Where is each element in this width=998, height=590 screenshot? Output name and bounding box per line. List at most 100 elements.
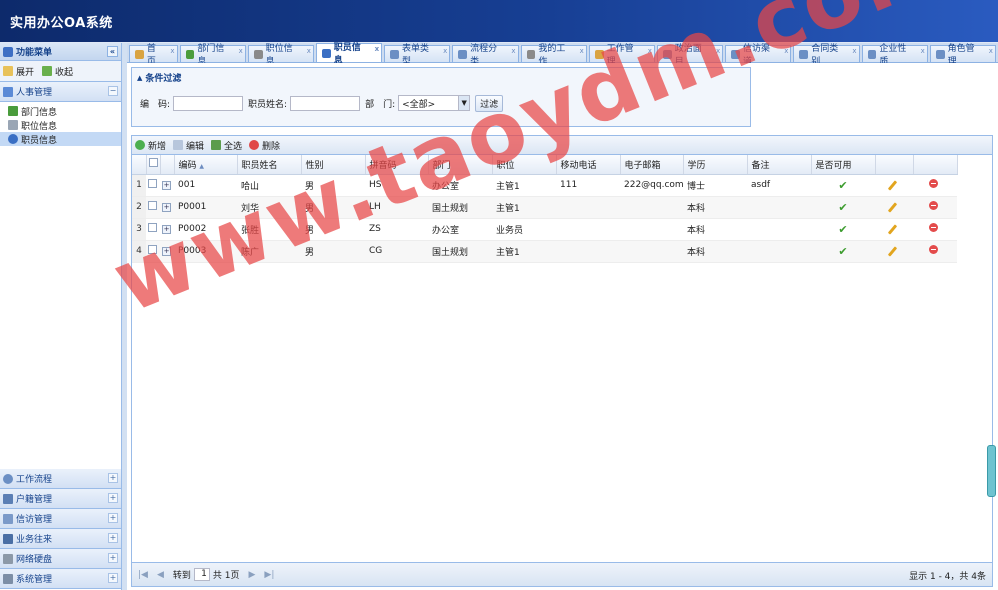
code-input[interactable]: [173, 95, 244, 111]
dept-select[interactable]: <全部> ▼: [398, 95, 471, 111]
delete-row-icon[interactable]: [929, 223, 938, 232]
tab-close-icon[interactable]: x: [375, 45, 380, 53]
tab-9[interactable]: 信访渠道 x: [725, 44, 792, 67]
col-name[interactable]: 职员姓名: [237, 155, 302, 175]
add-button[interactable]: 新增: [135, 139, 166, 152]
tab-3[interactable]: 职员信息 x: [315, 43, 383, 66]
table-row[interactable]: 3 + P0002 张胜男 ZS 办公室 业务员 本科 ✔: [132, 218, 957, 241]
tab-close-icon[interactable]: x: [921, 47, 925, 55]
first-page-button[interactable]: |◀: [138, 570, 148, 580]
col-dept[interactable]: 部门: [428, 155, 493, 175]
tab-close-icon[interactable]: x: [239, 47, 243, 55]
row-expand-cell[interactable]: +: [160, 196, 174, 219]
edit-pencil-icon[interactable]: [887, 246, 898, 257]
cell-edit[interactable]: [875, 240, 913, 263]
filter-legend[interactable]: ▲ 条件过滤: [137, 71, 181, 85]
tab-8[interactable]: 政治面目 x: [656, 44, 724, 67]
select-all-button[interactable]: 全选: [211, 139, 242, 152]
group-header-household[interactable]: 户籍管理 +: [0, 489, 121, 509]
delete-row-icon[interactable]: [929, 245, 938, 254]
table-row[interactable]: 2 + P0001 刘华男 LH 国土规划 主管1 本科 ✔: [132, 196, 957, 219]
col-position[interactable]: 职位: [492, 155, 557, 175]
tab-6[interactable]: 我的工作 x: [520, 44, 587, 67]
prev-page-button[interactable]: ◀: [157, 570, 164, 580]
tab-4[interactable]: 表单类型 x: [384, 44, 451, 67]
expand-row-icon[interactable]: +: [162, 203, 171, 212]
col-code[interactable]: 编码 ▲: [174, 155, 238, 175]
row-checkbox-cell[interactable]: [146, 240, 160, 263]
delete-row-icon[interactable]: [929, 201, 938, 210]
col-education[interactable]: 学历: [683, 155, 748, 175]
collapse-all-button[interactable]: 收起: [42, 65, 73, 78]
group-header-petition[interactable]: 信访管理 +: [0, 509, 121, 529]
right-side-handle[interactable]: [987, 445, 996, 497]
row-checkbox[interactable]: [148, 245, 157, 254]
edit-pencil-icon[interactable]: [887, 202, 898, 213]
col-email[interactable]: 电子邮箱: [620, 155, 684, 175]
tab-5[interactable]: 流程分类 x: [452, 44, 519, 67]
col-remark[interactable]: 备注: [747, 155, 812, 175]
expand-icon[interactable]: +: [108, 513, 118, 523]
group-header-business[interactable]: 业务往来 +: [0, 529, 121, 549]
tab-close-icon[interactable]: x: [307, 47, 311, 55]
cell-edit[interactable]: [875, 196, 913, 219]
cell-delete[interactable]: [913, 218, 957, 241]
cell-delete[interactable]: [913, 174, 957, 197]
group-header-netdisk[interactable]: 网络硬盘 +: [0, 549, 121, 569]
expand-icon[interactable]: +: [108, 473, 118, 483]
expand-icon[interactable]: +: [108, 533, 118, 543]
tree-item-position-info[interactable]: 职位信息: [0, 118, 121, 132]
tree-item-employee-info[interactable]: 职员信息: [0, 132, 121, 146]
tab-7[interactable]: 工作管理 x: [588, 44, 655, 67]
expand-icon[interactable]: +: [108, 573, 118, 583]
next-page-button[interactable]: ▶: [249, 570, 256, 580]
row-expand-cell[interactable]: +: [160, 174, 174, 197]
row-checkbox[interactable]: [148, 201, 157, 210]
dropdown-arrow-icon[interactable]: ▼: [458, 96, 470, 110]
tab-2[interactable]: 职位信息 x: [247, 44, 314, 67]
table-row[interactable]: 4 + P0003 陈广男 CG 国土规划 主管1 本科 ✔: [132, 240, 957, 263]
header-checkbox[interactable]: [148, 158, 158, 168]
col-enabled[interactable]: 是否可用: [811, 155, 876, 175]
cell-edit[interactable]: [875, 174, 913, 197]
tab-close-icon[interactable]: x: [648, 47, 652, 55]
tab-11[interactable]: 企业性质 x: [861, 44, 928, 67]
expand-row-icon[interactable]: +: [162, 181, 171, 190]
edit-button[interactable]: 编辑: [173, 139, 204, 152]
cell-edit[interactable]: [875, 218, 913, 241]
name-input[interactable]: [290, 95, 361, 111]
collapse-sidebar-button[interactable]: «: [107, 46, 118, 57]
tab-1[interactable]: 部门信息 x: [179, 44, 246, 67]
expand-icon[interactable]: +: [108, 553, 118, 563]
tab-close-icon[interactable]: x: [443, 47, 447, 55]
group-toggle-icon[interactable]: −: [108, 86, 118, 96]
group-header-system[interactable]: 系统管理 +: [0, 569, 121, 589]
tab-close-icon[interactable]: x: [852, 47, 856, 55]
col-gender[interactable]: 性别: [301, 155, 366, 175]
row-expand-cell[interactable]: +: [160, 240, 174, 263]
delete-row-icon[interactable]: [929, 179, 938, 188]
edit-pencil-icon[interactable]: [887, 180, 898, 191]
row-checkbox-cell[interactable]: [146, 218, 160, 241]
tree-item-dept-info[interactable]: 部门信息: [0, 104, 121, 118]
expand-icon[interactable]: +: [108, 493, 118, 503]
table-row[interactable]: 1 +001 哈山男 HS 办公室 主管1 111 222@qq.com 博士 asdf ✔: [132, 174, 957, 197]
col-mobile[interactable]: 移动电话: [556, 155, 621, 175]
row-expand-cell[interactable]: +: [160, 218, 174, 241]
group-header-hr[interactable]: 人事管理 −: [0, 82, 121, 102]
col-pinyin[interactable]: 拼音码: [365, 155, 429, 175]
tab-close-icon[interactable]: x: [580, 47, 584, 55]
edit-pencil-icon[interactable]: [887, 224, 898, 235]
expand-row-icon[interactable]: +: [162, 247, 171, 256]
expand-row-icon[interactable]: +: [162, 225, 171, 234]
collapse-arrow-icon[interactable]: ▲: [137, 74, 142, 82]
row-checkbox-cell[interactable]: [146, 174, 160, 197]
expand-all-button[interactable]: 展开: [3, 65, 34, 78]
group-header-workflow[interactable]: 工作流程 +: [0, 469, 121, 489]
tab-10[interactable]: 合同类别 x: [793, 44, 860, 67]
row-checkbox[interactable]: [148, 179, 157, 188]
filter-button[interactable]: 过滤: [475, 94, 504, 112]
tab-12[interactable]: 角色管理 x: [929, 44, 996, 67]
row-checkbox-cell[interactable]: [146, 196, 160, 219]
cell-delete[interactable]: [913, 196, 957, 219]
